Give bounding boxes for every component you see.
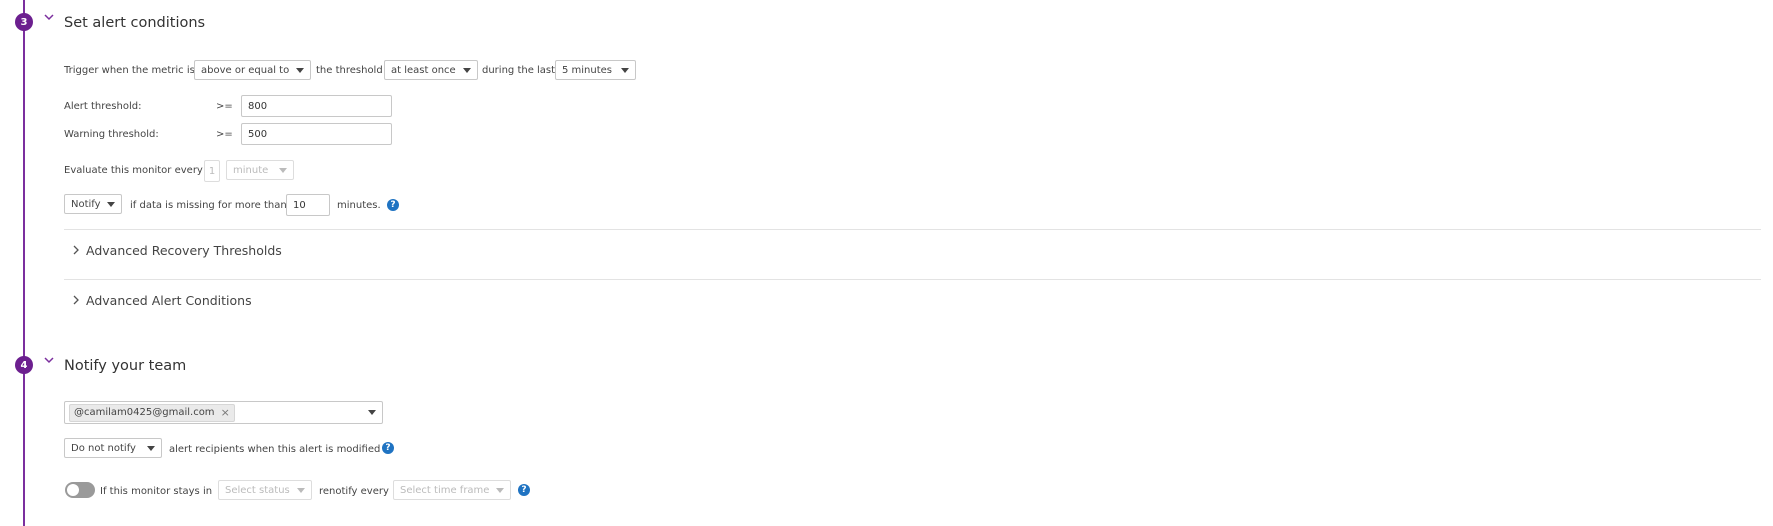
advanced-alert-label: Advanced Alert Conditions bbox=[86, 293, 252, 308]
occurrence-select[interactable]: at least once bbox=[384, 60, 478, 80]
modify-notify-select[interactable]: Do not notify bbox=[64, 438, 162, 458]
advanced-recovery-thresholds-toggle[interactable]: Advanced Recovery Thresholds bbox=[72, 243, 282, 258]
window-select[interactable]: 5 minutes bbox=[555, 60, 636, 80]
chevron-right-icon bbox=[72, 293, 80, 308]
renotify-status-placeholder: Select status bbox=[225, 484, 290, 496]
renotify-status-select[interactable]: Select status bbox=[218, 480, 312, 500]
alert-threshold-label: Alert threshold: bbox=[64, 101, 142, 112]
trigger-prefix-label: Trigger when the metric is bbox=[64, 65, 195, 76]
recipient-chip: @camilam0425@gmail.com × bbox=[69, 403, 235, 422]
chevron-down-icon bbox=[296, 67, 304, 73]
chevron-down-icon bbox=[463, 67, 471, 73]
toggle-knob bbox=[67, 484, 79, 496]
warning-threshold-input[interactable]: 500 bbox=[241, 123, 392, 145]
divider bbox=[64, 229, 1761, 230]
step-4-badge: 4 bbox=[15, 356, 33, 374]
advanced-recovery-label: Advanced Recovery Thresholds bbox=[86, 243, 282, 258]
alert-threshold-input[interactable]: 800 bbox=[241, 95, 392, 117]
section-3-collapse-icon[interactable] bbox=[43, 11, 55, 27]
modify-notify-value: Do not notify bbox=[71, 442, 136, 454]
recipient-chip-label: @camilam0425@gmail.com bbox=[74, 407, 215, 418]
chevron-right-icon bbox=[72, 243, 80, 258]
missing-data-suffix: minutes. bbox=[337, 200, 381, 211]
advanced-alert-conditions-toggle[interactable]: Advanced Alert Conditions bbox=[72, 293, 252, 308]
section-4-collapse-icon[interactable] bbox=[43, 354, 55, 370]
window-select-value: 5 minutes bbox=[562, 64, 613, 76]
trigger-mid-label: the threshold bbox=[316, 65, 383, 76]
warning-threshold-operator: >= bbox=[216, 129, 233, 140]
evaluate-label: Evaluate this monitor every bbox=[64, 165, 203, 176]
occurrence-select-value: at least once bbox=[391, 64, 456, 76]
chevron-down-icon bbox=[368, 410, 376, 415]
recipients-select[interactable]: @camilam0425@gmail.com × bbox=[64, 401, 383, 424]
evaluate-interval-input: 1 bbox=[204, 160, 220, 182]
evaluate-unit-select: minute bbox=[226, 160, 294, 180]
divider bbox=[64, 279, 1761, 280]
renotify-mid-label: renotify every bbox=[319, 486, 389, 497]
close-icon[interactable]: × bbox=[221, 406, 230, 419]
stepper-line bbox=[23, 0, 25, 526]
chevron-down-icon bbox=[496, 487, 504, 493]
help-icon[interactable]: ? bbox=[382, 442, 394, 454]
missing-data-action-value: Notify bbox=[71, 198, 101, 210]
comparison-select-value: above or equal to bbox=[201, 64, 290, 76]
chevron-down-icon bbox=[147, 445, 155, 451]
chevron-down-icon bbox=[279, 167, 287, 173]
missing-data-minutes-input[interactable]: 10 bbox=[286, 194, 330, 216]
renotify-timeframe-placeholder: Select time frame bbox=[400, 484, 490, 496]
trigger-during-label: during the last bbox=[482, 65, 556, 76]
missing-data-label: if data is missing for more than bbox=[130, 200, 287, 211]
section-3-title: Set alert conditions bbox=[64, 15, 206, 31]
comparison-select[interactable]: above or equal to bbox=[194, 60, 311, 80]
help-icon[interactable]: ? bbox=[387, 199, 399, 211]
missing-data-action-select[interactable]: Notify bbox=[64, 194, 122, 214]
renotify-prefix-label: If this monitor stays in bbox=[100, 486, 213, 497]
chevron-down-icon bbox=[297, 487, 305, 493]
renotify-toggle[interactable] bbox=[65, 482, 95, 498]
warning-threshold-label: Warning threshold: bbox=[64, 129, 159, 140]
modify-notify-label: alert recipients when this alert is modi… bbox=[169, 444, 381, 455]
section-4-title: Notify your team bbox=[64, 358, 187, 374]
chevron-down-icon bbox=[107, 201, 115, 207]
chevron-down-icon bbox=[621, 67, 629, 73]
evaluate-unit-value: minute bbox=[233, 164, 269, 176]
alert-threshold-operator: >= bbox=[216, 101, 233, 112]
step-3-badge: 3 bbox=[15, 13, 33, 31]
help-icon[interactable]: ? bbox=[518, 484, 530, 496]
renotify-timeframe-select[interactable]: Select time frame bbox=[393, 480, 511, 500]
